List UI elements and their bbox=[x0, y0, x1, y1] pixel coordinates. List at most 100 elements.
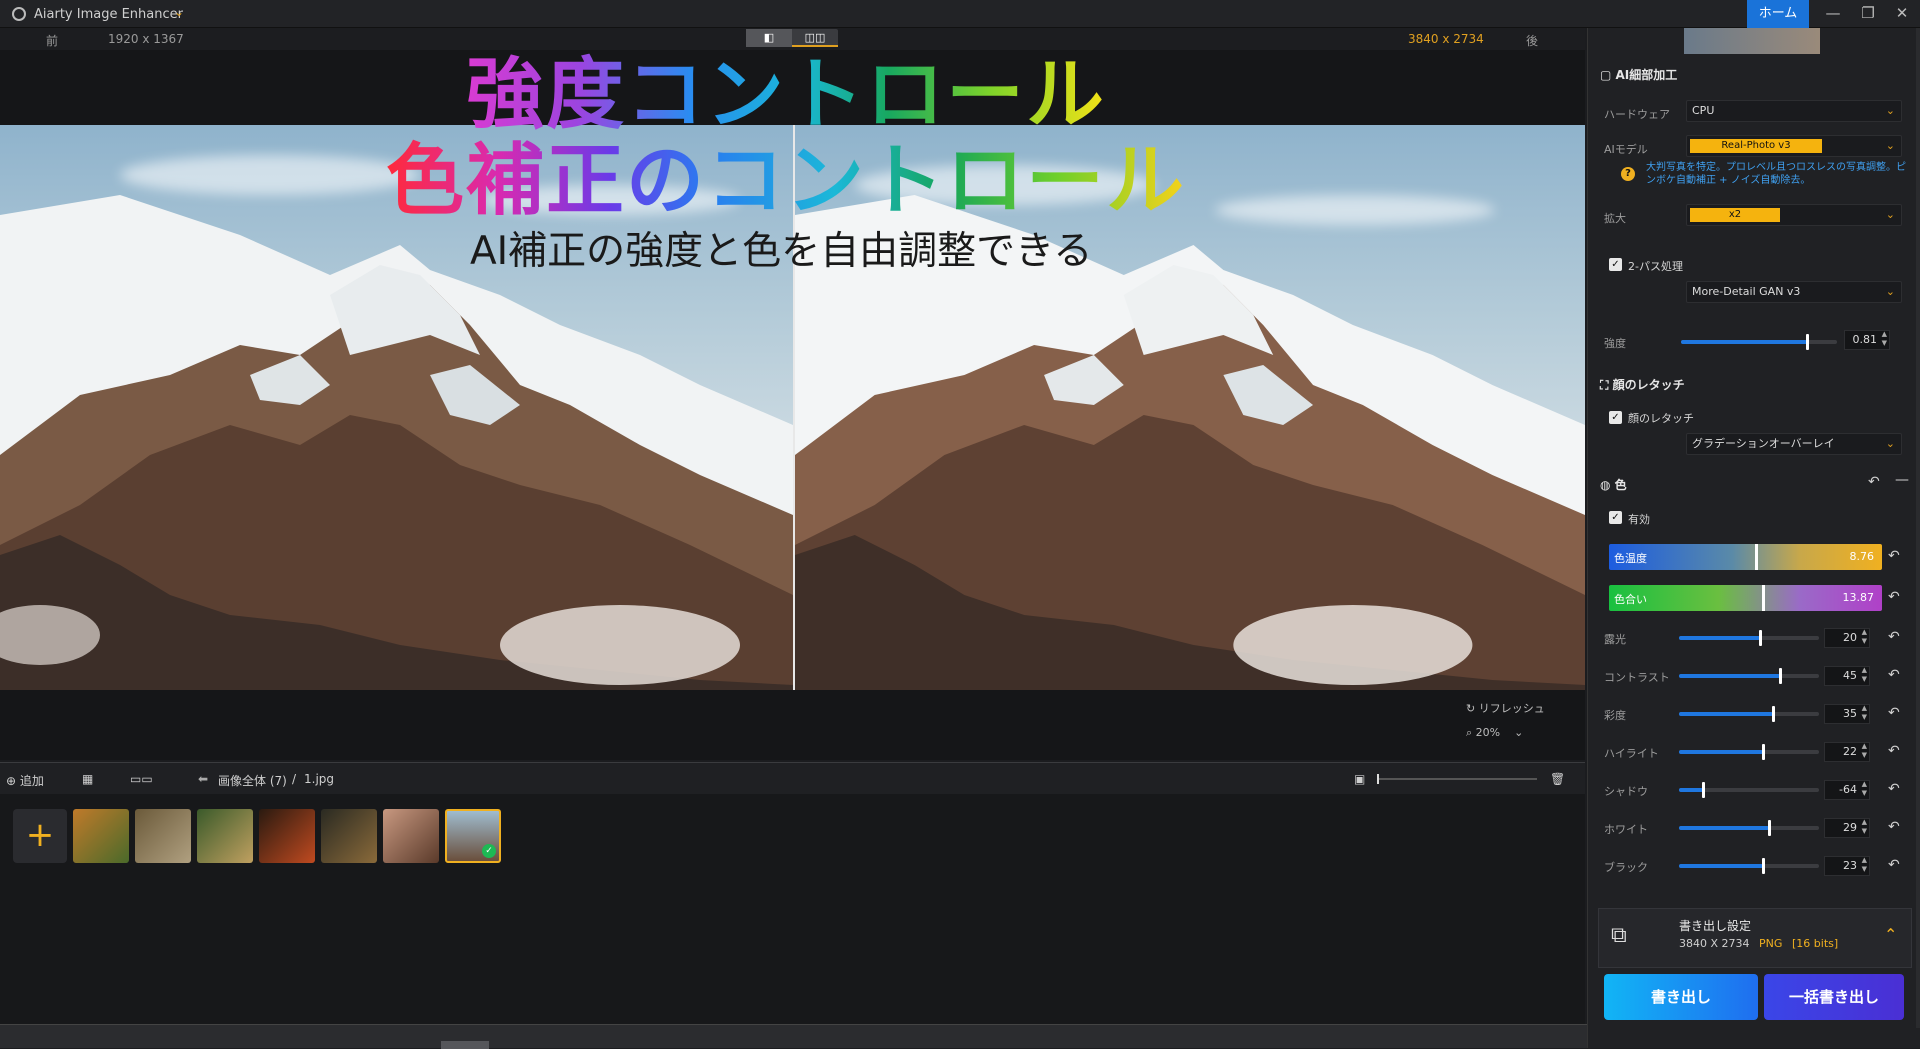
thumbnail-food[interactable] bbox=[259, 809, 315, 863]
slider-knob[interactable] bbox=[1771, 706, 1775, 722]
add-image-button[interactable]: + bbox=[13, 809, 67, 863]
grid-view-icon[interactable]: ▦ bbox=[82, 772, 93, 786]
reset-icon[interactable]: ↶ bbox=[1888, 819, 1900, 835]
slider-input[interactable]: 22 ▲ ▼ bbox=[1824, 742, 1870, 762]
home-button[interactable]: ホーム bbox=[1747, 0, 1809, 28]
slider-input[interactable]: 23 ▲ ▼ bbox=[1824, 856, 1870, 876]
face-label: 顔のレタッチ bbox=[1628, 412, 1694, 425]
strength-input[interactable]: 0.81 ▲ ▼ bbox=[1844, 330, 1890, 350]
navigator-preview[interactable] bbox=[1684, 28, 1820, 54]
reset-icon[interactable]: ↶ bbox=[1888, 705, 1900, 721]
export-format: PNG bbox=[1759, 937, 1783, 950]
batch-export-button[interactable]: 一括書き出し bbox=[1764, 974, 1904, 1020]
slider-knob[interactable] bbox=[1701, 782, 1705, 798]
thumbnail-tiger[interactable] bbox=[73, 809, 129, 863]
zoom-icon: ⌕ bbox=[1466, 726, 1476, 739]
thumbnail-size-slider[interactable] bbox=[1377, 774, 1537, 784]
slider-input[interactable]: 29 ▲ ▼ bbox=[1824, 818, 1870, 838]
color-section-header[interactable]: ◍ 色 bbox=[1600, 476, 1627, 493]
ai-section-header[interactable]: ▢ AI細部加工 bbox=[1600, 66, 1677, 83]
refresh-button[interactable]: ↻ リフレッシュ bbox=[1466, 700, 1545, 716]
app-logo-icon bbox=[12, 7, 26, 21]
slider-knob[interactable] bbox=[1778, 668, 1782, 684]
scale-select[interactable]: x2 ⌄ bbox=[1686, 204, 1902, 226]
enable-checkbox[interactable]: ✓ bbox=[1609, 511, 1622, 524]
slider-value: 23 bbox=[1843, 859, 1857, 872]
slider-input[interactable]: 35 ▲ ▼ bbox=[1824, 704, 1870, 724]
undo-icon[interactable]: ↶ bbox=[1868, 474, 1880, 490]
temperature-slider[interactable]: 色温度 8.76 bbox=[1609, 544, 1882, 570]
slider-value: 20 bbox=[1843, 631, 1857, 644]
thumbnail-fantasy[interactable] bbox=[197, 809, 253, 863]
file-bar: ⊕ 追加 ▦ ▭▭ ⬅ 画像全体 (7) / 1.jpg ▣ 🗑 bbox=[0, 762, 1585, 794]
model-select[interactable]: Real-Photo v3 ⌄ bbox=[1686, 135, 1902, 157]
add-label: 追加 bbox=[19, 774, 44, 788]
trash-icon[interactable]: 🗑 bbox=[1550, 772, 1565, 786]
app-title[interactable]: Aiarty Image Enhancer bbox=[34, 7, 183, 22]
adjust-slider[interactable] bbox=[1679, 820, 1819, 836]
twopass-select[interactable]: More-Detail GAN v3 ⌄ bbox=[1686, 281, 1902, 303]
reset-icon[interactable]: ↶ bbox=[1888, 781, 1900, 797]
slider-knob[interactable] bbox=[1767, 820, 1771, 836]
face-section-header[interactable]: ⛶ 顔のレタッチ bbox=[1600, 376, 1685, 393]
strength-slider[interactable] bbox=[1681, 334, 1837, 350]
face-select[interactable]: グラデーションオーバーレイ ⌄ bbox=[1686, 433, 1902, 455]
reset-icon[interactable]: ↶ bbox=[1888, 743, 1900, 759]
chevron-down-icon[interactable]: ⌄ bbox=[174, 5, 184, 19]
adjust-slider[interactable] bbox=[1679, 858, 1819, 874]
slider-fill bbox=[1679, 750, 1763, 754]
hardware-select[interactable]: CPU ⌄ bbox=[1686, 100, 1902, 122]
thumbnail-portrait[interactable] bbox=[383, 809, 439, 863]
adjust-slider[interactable] bbox=[1679, 744, 1819, 760]
export-button[interactable]: 書き出し bbox=[1604, 974, 1758, 1020]
chevron-down-icon: ⌄ bbox=[1885, 285, 1895, 298]
color-section-title: 色 bbox=[1614, 478, 1627, 492]
back-arrow-icon[interactable]: ⬅ bbox=[198, 772, 208, 786]
refresh-icon: ↻ bbox=[1466, 702, 1479, 715]
adjust-slider[interactable] bbox=[1679, 706, 1819, 722]
help-icon[interactable]: ? bbox=[1621, 167, 1635, 181]
slider-value: 22 bbox=[1843, 745, 1857, 758]
zoom-select[interactable]: ⌕ 20% ⌄ bbox=[1466, 726, 1562, 746]
add-button[interactable]: ⊕ 追加 bbox=[6, 772, 44, 789]
close-button[interactable]: ✕ bbox=[1884, 0, 1920, 28]
adjust-slider[interactable] bbox=[1679, 630, 1819, 646]
face-checkbox[interactable]: ✓ bbox=[1609, 411, 1622, 424]
slider-value: 35 bbox=[1843, 707, 1857, 720]
reset-icon[interactable]: ↶ bbox=[1888, 857, 1900, 873]
export-settings[interactable]: ⧉ 書き出し設定 3840 X 2734 PNG [16 bits] ⌃ bbox=[1598, 908, 1912, 968]
thumbnail-mountain[interactable]: ✓ bbox=[445, 809, 501, 863]
breadcrumb-file: 1.jpg bbox=[304, 772, 335, 786]
strength-knob[interactable] bbox=[1806, 334, 1810, 350]
reset-icon[interactable]: ↶ bbox=[1888, 548, 1900, 564]
thumbnail-creature[interactable] bbox=[321, 809, 377, 863]
slider-label: 彩度 bbox=[1604, 709, 1626, 722]
chevron-up-icon[interactable]: ⌃ bbox=[1884, 925, 1897, 944]
slider-label: シャドウ bbox=[1604, 785, 1648, 798]
reset-icon[interactable]: ↶ bbox=[1888, 667, 1900, 683]
collapse-icon[interactable]: — bbox=[1895, 472, 1909, 488]
slider-knob[interactable] bbox=[1762, 744, 1765, 760]
slider-input[interactable]: 20 ▲ ▼ bbox=[1824, 628, 1870, 648]
adjust-slider[interactable] bbox=[1679, 782, 1819, 798]
minimize-button[interactable]: — bbox=[1815, 0, 1851, 28]
strip-view-icon[interactable]: ▭▭ bbox=[130, 772, 153, 786]
reset-icon[interactable]: ↶ bbox=[1888, 629, 1900, 645]
slider-input[interactable]: 45 ▲ ▼ bbox=[1824, 666, 1870, 686]
panel-scrollbar[interactable] bbox=[1916, 28, 1920, 1028]
slider-knob[interactable] bbox=[1759, 630, 1763, 646]
slider-knob[interactable] bbox=[1762, 858, 1765, 874]
slider-input[interactable]: -64 ▲ ▼ bbox=[1824, 780, 1870, 800]
reset-icon[interactable]: ↶ bbox=[1888, 589, 1900, 605]
breadcrumb-all[interactable]: 画像全体 (7) bbox=[218, 772, 287, 789]
breadcrumb-separator: / bbox=[292, 772, 297, 786]
twopass-checkbox[interactable]: ✓ bbox=[1609, 258, 1622, 271]
maximize-button[interactable]: ❐ bbox=[1850, 0, 1886, 28]
adjust-slider[interactable] bbox=[1679, 668, 1819, 684]
tint-slider[interactable]: 色合い 13.87 bbox=[1609, 585, 1882, 611]
tint-knob[interactable] bbox=[1762, 585, 1765, 611]
slider-fill bbox=[1679, 864, 1763, 868]
after-label: 後 bbox=[1526, 34, 1539, 48]
temperature-knob[interactable] bbox=[1755, 544, 1758, 570]
thumbnail-moth[interactable] bbox=[135, 809, 191, 863]
